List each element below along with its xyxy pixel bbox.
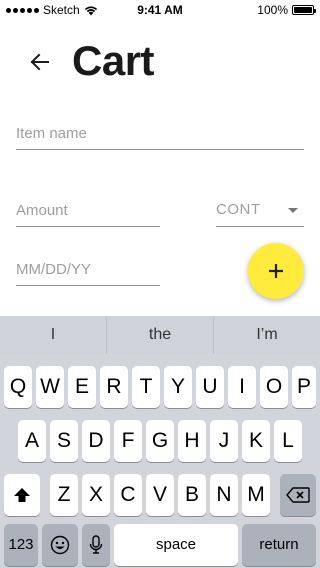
key-y[interactable]: Y [164, 366, 192, 408]
date-input[interactable] [16, 257, 160, 281]
keyboard: I the I’m Q W E R T Y U I O P A S D F G … [0, 316, 320, 568]
key-n[interactable]: N [210, 474, 238, 516]
key-o[interactable]: O [260, 366, 288, 408]
battery-fill [294, 7, 312, 13]
microphone-icon [89, 535, 103, 555]
key-p[interactable]: P [292, 366, 316, 408]
suggestion-bar: I the I’m [0, 316, 320, 354]
unit-select-value: CONT [216, 201, 261, 218]
backspace-icon [286, 487, 310, 504]
key-s[interactable]: S [50, 420, 78, 462]
key-z[interactable]: Z [50, 474, 78, 516]
dropdown-caret-icon [288, 208, 298, 213]
key-a[interactable]: A [18, 420, 46, 462]
key-j[interactable]: J [210, 420, 238, 462]
numbers-key[interactable]: 123 [4, 524, 38, 566]
add-item-button[interactable] [248, 243, 304, 299]
shift-icon [14, 488, 30, 503]
back-button[interactable] [26, 50, 54, 74]
suggestion-item[interactable]: I’m [214, 316, 320, 354]
key-b[interactable]: B [178, 474, 206, 516]
key-e[interactable]: E [68, 366, 96, 408]
key-i[interactable]: I [228, 366, 256, 408]
key-t[interactable]: T [132, 366, 160, 408]
microphone-key[interactable] [82, 524, 110, 566]
key-f[interactable]: F [114, 420, 142, 462]
emoji-key[interactable] [42, 524, 78, 566]
key-x[interactable]: X [82, 474, 110, 516]
key-c[interactable]: C [114, 474, 142, 516]
key-u[interactable]: U [196, 366, 224, 408]
amount-input[interactable] [16, 198, 160, 222]
battery-icon [292, 5, 316, 15]
item-name-field[interactable] [16, 121, 304, 150]
key-m[interactable]: M [242, 474, 270, 516]
page-title: Cart [72, 37, 155, 84]
emoji-icon [50, 536, 70, 555]
item-name-input[interactable] [16, 121, 304, 145]
unit-select[interactable]: CONT [216, 198, 304, 227]
key-l[interactable]: L [274, 420, 302, 462]
amount-field[interactable] [16, 198, 160, 227]
suggestion-item[interactable]: I [0, 316, 106, 354]
date-field[interactable] [16, 257, 160, 286]
shift-key[interactable] [4, 474, 40, 516]
key-d[interactable]: D [82, 420, 110, 462]
plus-icon [269, 264, 283, 278]
return-key[interactable]: return [242, 524, 316, 566]
arrow-left-icon [30, 53, 49, 71]
battery-percent: 100% [257, 3, 288, 17]
key-v[interactable]: V [146, 474, 174, 516]
delete-key[interactable] [280, 474, 316, 516]
key-h[interactable]: H [178, 420, 206, 462]
key-g[interactable]: G [146, 420, 174, 462]
key-w[interactable]: W [36, 366, 64, 408]
key-r[interactable]: R [100, 366, 128, 408]
status-right: 100% [257, 3, 316, 17]
status-bar: Sketch 9:41 AM 100% [0, 0, 320, 20]
suggestion-item[interactable]: the [107, 316, 213, 354]
key-k[interactable]: K [242, 420, 270, 462]
space-key[interactable]: space [114, 524, 238, 566]
key-q[interactable]: Q [4, 366, 32, 408]
battery-nub [314, 9, 316, 13]
